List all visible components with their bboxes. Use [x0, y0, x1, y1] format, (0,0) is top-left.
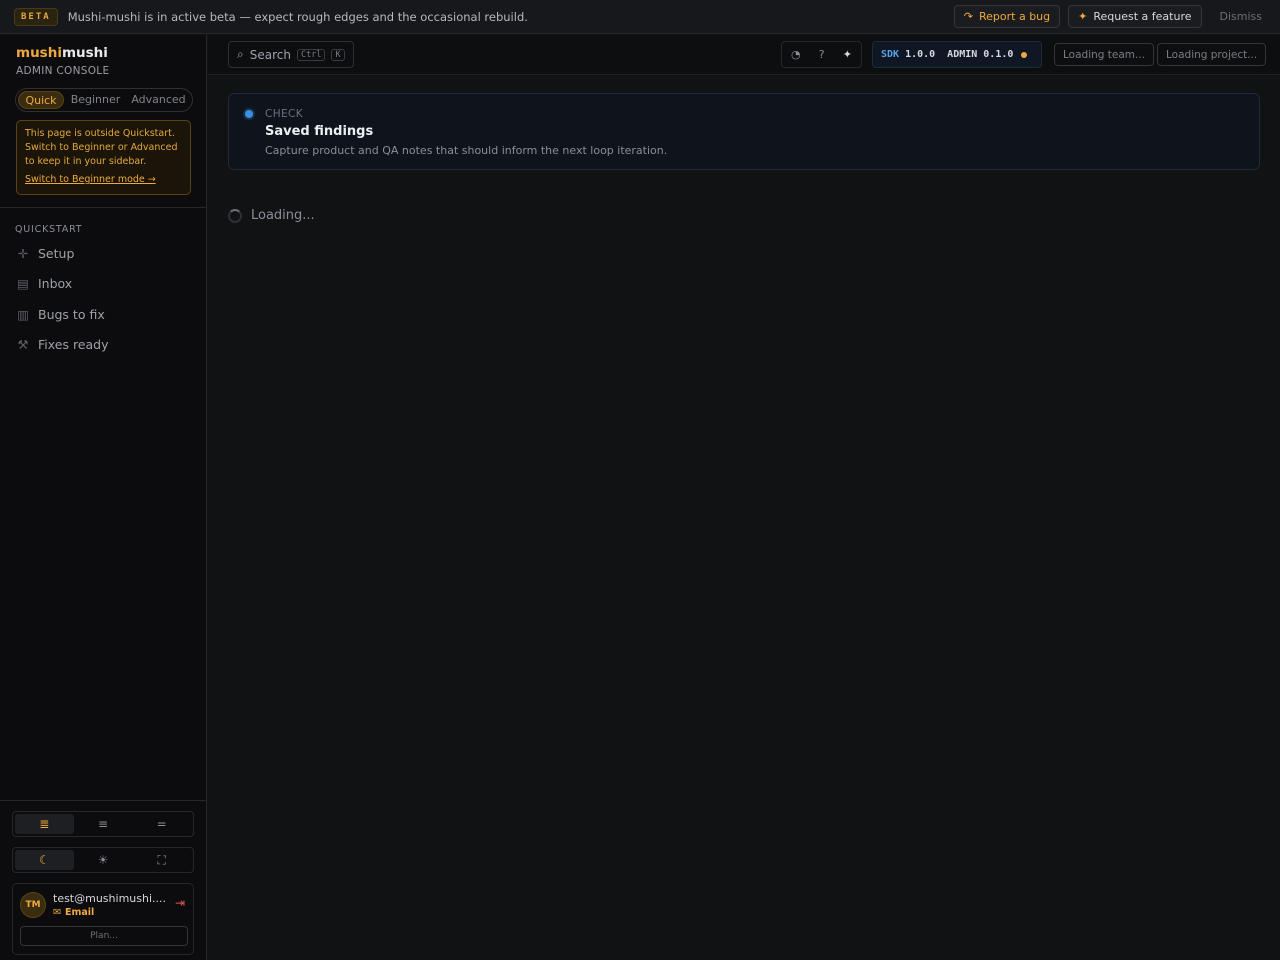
version-badge: SDK 1.0.0 ADMIN 0.1.0 [872, 41, 1042, 68]
sdk-version: 1.0.0 [905, 49, 936, 60]
status-dot [1021, 51, 1028, 58]
help-icon[interactable]: ? [819, 48, 825, 61]
brand-name: mushi [61, 45, 108, 61]
kbd-ctrl: Ctrl [296, 48, 326, 61]
sidebar-item-label: Bugs to fix [38, 306, 105, 322]
check-label: CHECK [265, 108, 304, 120]
mode-notice: This page is outside Quickstart. Switch … [16, 120, 191, 195]
user-email: test@mushimushi.... [53, 892, 167, 905]
admin-version: 0.1.0 [983, 49, 1014, 60]
beta-badge: BETA [14, 7, 58, 26]
banner-actions: ↷ Report a bug ✦ Request a feature Dismi… [953, 5, 1267, 28]
density-relaxed-icon[interactable]: = [132, 814, 191, 834]
beta-banner: BETA Mushi-mushi is in active beta — exp… [0, 0, 1280, 34]
bell-icon[interactable]: ◔ [791, 48, 801, 61]
top-bar: ⌕ Search Ctrl K ◔ ? ✦ SDK 1.0.0 ADMIN 0.… [208, 35, 1280, 75]
section-title-quickstart: QUICKSTART [15, 224, 83, 235]
request-feature-button[interactable]: ✦ Request a feature [1068, 5, 1202, 28]
system-theme-icon[interactable]: ⛶ [132, 850, 191, 870]
project-select[interactable]: Loading project... [1157, 43, 1267, 66]
switch-beginner-link[interactable]: Switch to Beginner mode → [25, 173, 182, 187]
sparkle-icon[interactable]: ✦ [843, 48, 852, 61]
sidebar-item-label: Fixes ready [38, 336, 109, 352]
mode-beginner[interactable]: Beginner [64, 91, 127, 109]
auth-method-label: Email [64, 907, 95, 918]
auth-method: ✉ Email [53, 907, 94, 918]
plan-button[interactable]: Plan... [20, 926, 188, 946]
topbar-icon-group: ◔ ? ✦ [781, 41, 862, 68]
search-label: Search [249, 47, 291, 62]
search-icon: ⌕ [237, 47, 244, 61]
admin-label: ADMIN [947, 49, 978, 60]
user-card: TM test@mushimushi.... ✉ Email ⇥ Plan... [12, 883, 194, 955]
banner-message: Mushi-mushi is in active beta — expect r… [67, 9, 528, 24]
check-status-dot [245, 110, 253, 118]
brand-subtitle: ADMIN CONSOLE [16, 65, 110, 77]
sidebar-item-fixes-ready[interactable]: ⚒ Fixes ready [16, 332, 196, 356]
sidebar-item-label: Inbox [38, 275, 73, 291]
sidebar-item-inbox[interactable]: ▤ Inbox [16, 271, 196, 295]
brand-logo[interactable]: mushimushi [16, 45, 108, 61]
logout-icon[interactable]: ⇥ [175, 896, 185, 910]
notice-text: This page is outside Quickstart. Switch … [25, 128, 178, 167]
dismiss-button[interactable]: Dismiss [1216, 10, 1267, 23]
sdk-label: SDK [881, 49, 900, 60]
brand-name-accent: mushi [16, 45, 62, 61]
sidebar-item-label: Setup [38, 245, 75, 261]
loading-indicator: Loading... [228, 208, 315, 223]
density-switch: ≣ ≡ = [12, 811, 194, 837]
report-bug-label: Report a bug [979, 10, 1051, 23]
search-button[interactable]: ⌕ Search Ctrl K [228, 41, 354, 68]
theme-switch: ☾ ☀ ⛶ [12, 847, 194, 873]
kbd-k: K [331, 48, 345, 61]
check-description: Capture product and QA notes that should… [265, 144, 668, 157]
check-card: CHECK Saved findings Capture product and… [228, 93, 1260, 170]
wrench-icon: ⚒ [17, 336, 29, 352]
bug-icon: ↷ [963, 10, 973, 23]
sidebar-bottom-divider [0, 800, 206, 801]
mail-icon: ✉ [53, 907, 61, 918]
sparkle-icon: ✛ [17, 245, 29, 261]
avatar: TM [20, 892, 46, 918]
check-title: Saved findings [265, 124, 374, 139]
mode-advanced[interactable]: Advanced [127, 91, 190, 109]
mode-switch: Quick Beginner Advanced [15, 88, 193, 112]
sidebar-item-bugs-to-fix[interactable]: ▥ Bugs to fix [16, 302, 196, 326]
inbox-icon: ▤ [17, 275, 29, 291]
density-compact-icon[interactable]: ≣ [15, 814, 74, 834]
sidebar: mushimushi ADMIN CONSOLE Quick Beginner … [0, 35, 207, 960]
team-select[interactable]: Loading team... [1054, 43, 1155, 66]
report-bug-button[interactable]: ↷ Report a bug [953, 5, 1061, 28]
spinner-icon [228, 208, 242, 223]
sun-icon[interactable]: ☀ [74, 850, 133, 870]
sparkle-icon: ✦ [1078, 10, 1088, 23]
sidebar-item-setup[interactable]: ✛ Setup [16, 241, 196, 265]
sidebar-divider [0, 207, 206, 208]
document-icon: ▥ [17, 306, 29, 322]
loading-text: Loading... [251, 208, 315, 223]
mode-quick[interactable]: Quick [18, 91, 64, 109]
moon-icon[interactable]: ☾ [15, 850, 74, 870]
request-feature-label: Request a feature [1093, 10, 1192, 23]
density-normal-icon[interactable]: ≡ [74, 814, 133, 834]
